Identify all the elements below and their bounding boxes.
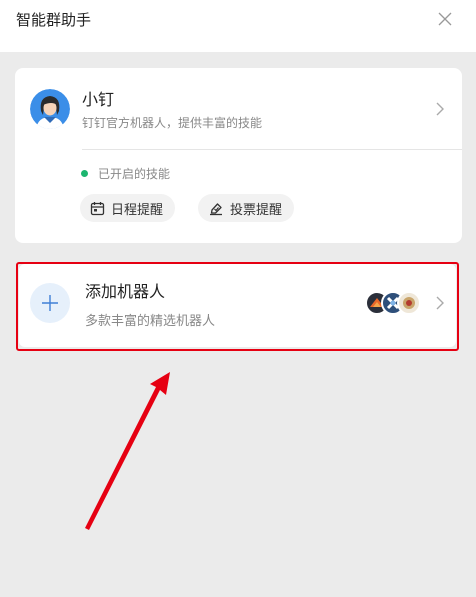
bot-card[interactable]: 小钉 钉钉官方机器人，提供丰富的技能 已开启的技能 日程提醒 投票提醒: [15, 68, 462, 243]
header: 智能群助手: [0, 0, 476, 52]
add-robot-card[interactable]: 添加机器人 多款丰富的精选机器人: [19, 264, 456, 347]
calendar-icon: [90, 201, 105, 215]
chevron-right-icon[interactable]: [435, 101, 445, 117]
status-text: 已开启的技能: [98, 167, 171, 181]
close-icon[interactable]: [436, 10, 454, 28]
bot-name: 小钉: [82, 90, 115, 109]
status-dot: [81, 170, 88, 177]
robot-avatar-3: [397, 291, 421, 315]
divider: [82, 149, 462, 150]
skill-label: 日程提醒: [111, 202, 164, 218]
plus-icon: [42, 295, 58, 311]
add-robot-title: 添加机器人: [85, 282, 166, 301]
vote-icon: [210, 202, 222, 215]
add-robot-subtitle: 多款丰富的精选机器人: [85, 314, 216, 329]
chevron-right-icon[interactable]: [435, 295, 445, 311]
bot-description: 钉钉官方机器人，提供丰富的技能: [82, 116, 263, 130]
skill-vote-reminder[interactable]: 投票提醒: [198, 194, 295, 222]
skill-label: 投票提醒: [230, 202, 283, 218]
bot-avatar: [30, 89, 70, 129]
add-robot-button[interactable]: [30, 283, 70, 323]
page-title: 智能群助手: [16, 11, 92, 29]
skill-schedule-reminder[interactable]: 日程提醒: [80, 194, 176, 222]
